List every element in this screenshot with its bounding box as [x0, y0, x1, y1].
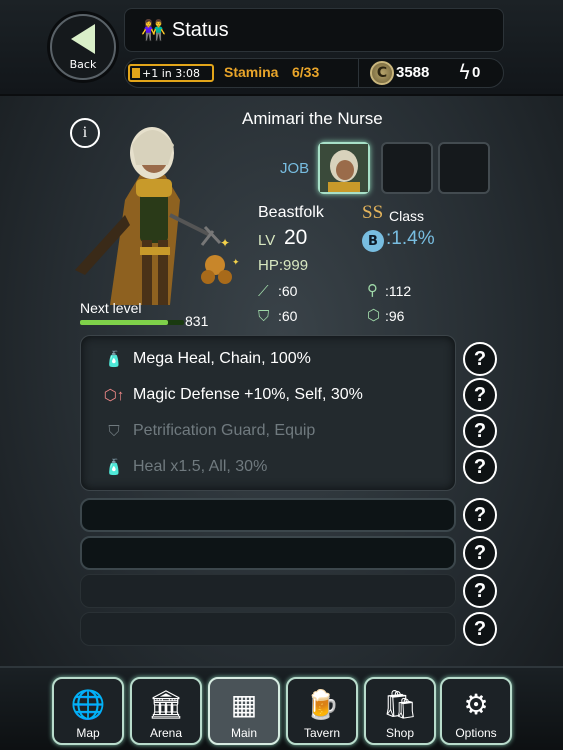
job-slot-3[interactable] [438, 142, 490, 194]
empty-skill-slot[interactable] [80, 536, 456, 570]
nav-map-button[interactable]: 🌐 Map [52, 677, 124, 745]
globe-icon: 🌐 [70, 688, 106, 721]
sword-icon: ⟋ [258, 282, 269, 300]
character-name: Amimari the Nurse [242, 109, 383, 128]
nav-label: Options [455, 726, 497, 740]
colosseum-icon: 🏛 [148, 688, 184, 721]
empty-skill-slot[interactable] [80, 498, 456, 532]
help-button[interactable]: ? [463, 378, 497, 412]
skill-row: 🧴 Heal x1.5, All, 30% [103, 452, 268, 482]
gem-count: 0 [472, 64, 481, 81]
bag-icon: 🛍 [382, 688, 418, 721]
stamina-value: 6/33 [292, 64, 320, 80]
skill-label: Mega Heal, Chain, 100% [133, 350, 311, 367]
job-label: JOB [280, 160, 310, 177]
skill-row: ⛉ Petrification Guard, Equip [103, 416, 315, 446]
people-icon: 👫 [141, 18, 166, 42]
svg-text:✦: ✦ [220, 236, 230, 250]
help-button[interactable]: ? [463, 498, 497, 532]
help-button[interactable]: ? [463, 612, 497, 646]
bonus-b-icon: B [362, 230, 384, 252]
help-button[interactable]: ? [463, 342, 497, 376]
nav-options-button[interactable]: ⚙ Options [440, 677, 512, 745]
stamina-battery: +1 in 3:08 [128, 64, 214, 82]
nav-label: Main [230, 726, 257, 740]
skill-row: ⬡↑ Magic Defense +10%, Self, 30% [103, 380, 363, 410]
lightning-icon: ϟ [458, 60, 472, 84]
coin-icon: C [370, 61, 394, 85]
help-button[interactable]: ? [463, 450, 497, 484]
svg-text:✦: ✦ [232, 258, 240, 268]
level-label: LV [258, 232, 276, 249]
help-button[interactable]: ? [463, 574, 497, 608]
bonus-value: :1.4% [386, 228, 435, 249]
staff-icon: ⚲ [367, 281, 378, 299]
next-level-exp: 831 [185, 313, 209, 329]
guard-icon: ⛉ [108, 422, 120, 440]
shield-icon: ⛉ [258, 307, 270, 325]
job-slot-1[interactable] [318, 142, 370, 194]
magic-defense-value: :96 [385, 308, 405, 324]
battery-fill [132, 68, 140, 78]
magic-shield-icon: ⬡ [367, 306, 381, 324]
nav-main-button[interactable]: ▦ Main [208, 677, 280, 745]
stamina-timer: +1 in 3:08 [142, 66, 200, 80]
divider [358, 58, 359, 88]
back-label: Back [69, 57, 97, 71]
magic-defense-up-icon: ⬡↑ [103, 387, 125, 404]
xp-bar-fill [80, 320, 169, 325]
nav-label: Map [76, 726, 100, 740]
empty-skill-slot[interactable] [80, 574, 456, 608]
stamina-label: Stamina [224, 64, 279, 80]
skill-panel: 🧴 Mega Heal, Chain, 100% ⬡↑ Magic Defens… [80, 335, 456, 491]
magic-value: :112 [385, 283, 412, 299]
level-value: 20 [284, 226, 308, 249]
race: Beastfolk [258, 204, 324, 221]
empty-skill-slot[interactable] [80, 612, 456, 646]
nav-shop-button[interactable]: 🛍 Shop [364, 677, 436, 745]
skill-label: Heal x1.5, All, 30% [133, 458, 268, 475]
next-level-label: Next level [80, 300, 142, 316]
xp-bar [80, 320, 184, 325]
nav-arena-button[interactable]: 🏛 Arena [130, 677, 202, 745]
nav-tavern-button[interactable]: 🍺 Tavern [286, 677, 358, 745]
class-rank: SS [362, 202, 384, 223]
nav-label: Tavern [303, 726, 341, 740]
back-button[interactable]: Back [50, 14, 116, 80]
page-title: Status [171, 18, 229, 41]
skill-label: Magic Defense +10%, Self, 30% [133, 386, 363, 403]
character-portrait: ✦ ✦ [75, 127, 240, 305]
nav-label: Arena [149, 726, 183, 740]
job-portrait-icon [320, 144, 368, 192]
coin-count: 3588 [396, 64, 430, 81]
attack-value: :60 [278, 283, 298, 299]
grid-icon: ▦ [230, 688, 258, 721]
defense-value: :60 [278, 308, 298, 324]
back-arrow-icon [71, 23, 95, 54]
potion-up-icon: 🧴 [104, 459, 124, 476]
class-label: Class [389, 208, 425, 224]
help-button[interactable]: ? [463, 414, 497, 448]
job-slot-2[interactable] [381, 142, 433, 194]
skill-label: Petrification Guard, Equip [133, 422, 316, 439]
skill-row: 🧴 Mega Heal, Chain, 100% [103, 344, 311, 374]
nav-label: Shop [385, 726, 415, 740]
gears-icon: ⚙ [463, 688, 489, 721]
drinks-icon: 🍺 [304, 688, 340, 721]
potion-icon: 🧴 [104, 351, 124, 368]
help-button[interactable]: ? [463, 536, 497, 570]
title-bar: 👫 Status [124, 8, 504, 52]
hp-value: HP:999 [258, 257, 309, 274]
